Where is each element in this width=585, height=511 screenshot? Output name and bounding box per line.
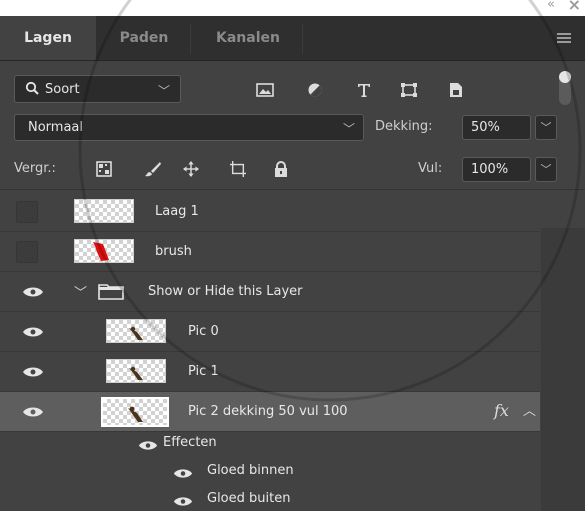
layer-name[interactable]: Laag 1 xyxy=(155,204,199,219)
adjustment-filter-icon[interactable] xyxy=(307,82,323,98)
layer-effects-fx-icon[interactable]: fx xyxy=(494,401,509,420)
layer-thumbnail xyxy=(106,319,166,343)
panel-menu-icon[interactable] xyxy=(557,33,571,45)
blend-mode-label: Normaal xyxy=(28,120,84,135)
filter-kind-label: Soort xyxy=(45,82,80,97)
panel-top-strip: « × xyxy=(0,0,585,16)
eye-icon[interactable] xyxy=(173,496,193,507)
layer-filter-row: Soort ﹀ xyxy=(0,61,585,114)
search-icon xyxy=(25,81,39,95)
tab-kanalen[interactable]: Kanalen xyxy=(196,16,300,60)
lock-all-icon[interactable] xyxy=(273,161,289,177)
lock-image-pixels-icon[interactable] xyxy=(144,161,162,177)
eye-icon[interactable] xyxy=(22,286,44,298)
filter-kind-select[interactable]: Soort ﹀ xyxy=(14,75,181,103)
layer-row[interactable]: brush xyxy=(0,232,540,272)
folder-icon xyxy=(98,284,124,300)
layer-thumbnail xyxy=(101,397,169,427)
layer-name[interactable]: brush xyxy=(155,244,192,259)
eye-icon[interactable] xyxy=(22,366,44,378)
lock-artboard-icon[interactable] xyxy=(228,161,248,177)
visibility-toggle-empty[interactable] xyxy=(16,201,38,223)
layer-group-row[interactable]: ﹀ Show or Hide this Layer xyxy=(0,272,540,312)
panel-tab-bar: Lagen Paden Kanalen xyxy=(0,16,585,61)
lock-label: Vergr.: xyxy=(14,161,56,176)
fill-input[interactable]: 100% xyxy=(462,157,531,182)
effect-item-inner-glow[interactable]: Gloed binnen xyxy=(207,463,294,478)
effect-item-outer-glow[interactable]: Gloed buiten xyxy=(207,491,290,506)
image-filter-icon[interactable] xyxy=(256,82,274,98)
eye-icon[interactable] xyxy=(138,440,158,451)
layer-row[interactable]: Pic 1 xyxy=(0,352,540,392)
layer-row[interactable]: Laag 1 xyxy=(0,192,540,232)
layers-scrollbar-thumb[interactable] xyxy=(541,228,585,511)
collapse-panel-icon[interactable]: « xyxy=(547,0,555,12)
close-panel-icon[interactable]: × xyxy=(568,0,581,14)
tab-paden[interactable]: Paden xyxy=(108,16,180,60)
layer-row[interactable]: Pic 0 xyxy=(0,312,540,352)
layer-thumbnail xyxy=(106,359,166,383)
eye-icon[interactable] xyxy=(22,406,44,418)
layer-thumbnail xyxy=(74,239,134,263)
layers-list: Laag 1 brush ﹀ Show or Hide this Layer P… xyxy=(0,190,585,511)
eye-icon[interactable] xyxy=(173,468,193,479)
chevron-up-icon[interactable]: ︿ xyxy=(523,400,536,419)
layer-row-selected[interactable]: Pic 2 dekking 50 vul 100 fx ︿ xyxy=(0,392,540,432)
bird-thumbnail xyxy=(129,326,143,340)
type-filter-icon[interactable] xyxy=(356,82,372,98)
blend-opacity-row: Normaal ﹀ Dekking: 50% ﹀ xyxy=(0,114,585,143)
bird-thumbnail xyxy=(128,406,143,422)
layer-name[interactable]: Pic 1 xyxy=(188,364,219,379)
smart-object-filter-icon[interactable] xyxy=(448,82,464,98)
fill-dropdown-button[interactable]: ﹀ xyxy=(535,157,557,182)
opacity-label: Dekking: xyxy=(375,119,433,134)
lock-transparent-pixels-icon[interactable] xyxy=(96,161,112,177)
layer-thumbnail xyxy=(74,199,134,223)
opacity-dropdown-button[interactable]: ﹀ xyxy=(535,115,557,140)
tab-divider xyxy=(190,24,191,54)
visibility-toggle-empty[interactable] xyxy=(16,241,38,263)
blend-mode-select[interactable]: Normaal ﹀ xyxy=(14,114,364,141)
bird-thumbnail xyxy=(129,366,143,380)
layer-name[interactable]: Pic 2 dekking 50 vul 100 xyxy=(188,404,348,419)
shape-filter-icon[interactable] xyxy=(400,82,418,98)
opacity-input[interactable]: 50% xyxy=(462,115,531,140)
tab-lagen[interactable]: Lagen xyxy=(0,16,96,60)
chevron-down-icon[interactable]: ﹀ xyxy=(74,282,87,301)
eye-icon[interactable] xyxy=(22,326,44,338)
layer-name[interactable]: Pic 0 xyxy=(188,324,219,339)
layers-panel: « × Lagen Paden Kanalen Soort ﹀ Normaal … xyxy=(0,0,585,511)
lock-fill-row: Vergr.: Vul: 100% ﹀ xyxy=(0,143,585,190)
chevron-down-icon: ﹀ xyxy=(342,122,355,136)
layer-name[interactable]: Show or Hide this Layer xyxy=(148,284,303,299)
filter-toggle-switch[interactable] xyxy=(559,71,571,105)
fill-label: Vul: xyxy=(418,161,443,176)
chevron-down-icon: ﹀ xyxy=(157,84,170,98)
brush-stroke-thumbnail xyxy=(93,242,109,261)
tab-divider xyxy=(302,24,303,54)
effects-label: Effecten xyxy=(163,435,217,450)
lock-position-icon[interactable] xyxy=(182,161,200,177)
